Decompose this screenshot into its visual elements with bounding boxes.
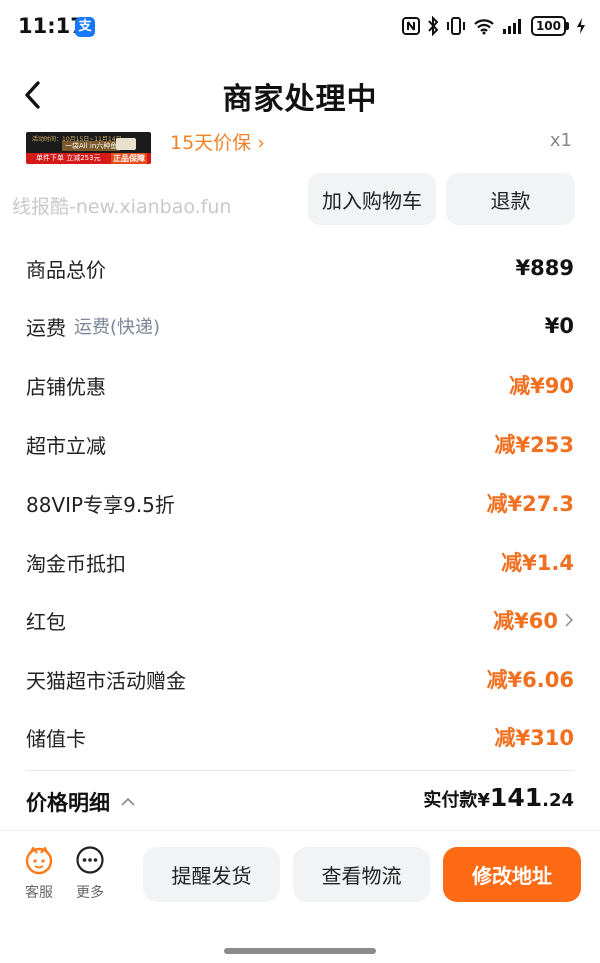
price-row-value: 减¥6.06	[486, 668, 574, 692]
price-row-value: 减¥90	[509, 374, 574, 398]
price-row-label: 天猫超市活动赠金	[26, 668, 186, 693]
price-row-label: 88VIP专享9.5折	[26, 492, 175, 517]
price-row-supermarket-discount: 超市立减 减¥253	[26, 424, 574, 464]
product-image-bottom-text: 单件下单 立减253元	[36, 154, 101, 162]
actual-payment-integer: 141	[489, 783, 543, 812]
price-row-value: 减¥253	[494, 433, 574, 457]
actual-payment-decimal: .24	[542, 790, 574, 811]
price-row-label: 运费	[26, 315, 66, 340]
actual-payment: 实付款¥ 141 .24	[423, 783, 574, 812]
chevron-up-icon	[121, 797, 135, 806]
product-image-mid-text: 一袋All in六种鱼	[62, 141, 121, 151]
alipay-icon: 支	[75, 17, 95, 37]
price-row-value-wrap: 减¥60	[493, 605, 574, 635]
view-logistics-button[interactable]: 查看物流	[293, 847, 430, 902]
battery-level: 100	[530, 16, 566, 36]
price-row-value: 减¥27.3	[486, 492, 574, 516]
price-row-label: 淘金币抵扣	[26, 551, 126, 576]
more-button[interactable]: 更多	[72, 845, 108, 902]
wifi-icon	[474, 19, 494, 35]
price-row-stored-value-card: 储值卡 减¥310	[26, 717, 574, 757]
bottom-action-bar: 客服 更多 提醒发货 查看物流 修改地址	[0, 830, 600, 920]
more-label: 更多	[76, 885, 104, 901]
price-row-value: 减¥1.4	[501, 551, 574, 575]
customer-service-label: 客服	[25, 885, 53, 901]
product-quantity: x1	[549, 130, 572, 151]
home-indicator[interactable]	[224, 948, 376, 954]
price-detail-label: 价格明细	[26, 791, 110, 815]
more-icon	[76, 846, 104, 874]
price-row-value: 减¥60	[493, 609, 558, 633]
bluetooth-icon	[428, 16, 439, 36]
price-row-shipping: 运费 运费(快递) ¥0	[26, 306, 574, 346]
price-row-total: 商品总价 ¥889	[26, 248, 574, 288]
price-row-label: 商品总价	[26, 257, 106, 282]
price-row-sublabel: 运费(快递)	[74, 317, 161, 338]
price-row-label: 超市立减	[26, 433, 106, 458]
price-row-label: 店铺优惠	[26, 374, 106, 399]
status-bar: 11:17 支 100	[0, 0, 600, 52]
price-detail-toggle[interactable]: 价格明细	[26, 787, 136, 817]
signal-icon	[502, 19, 521, 34]
price-row-label: 红包	[26, 609, 66, 634]
title-bar: 商家处理中	[0, 60, 600, 130]
add-to-cart-button[interactable]: 加入购物车	[308, 173, 436, 225]
change-address-button[interactable]: 修改地址	[443, 847, 581, 902]
page-title: 商家处理中	[222, 82, 378, 117]
vibrate-icon	[446, 17, 465, 35]
price-row-label: 储值卡	[26, 726, 86, 751]
price-row-coins: 淘金币抵扣 减¥1.4	[26, 542, 574, 582]
remind-shipping-button[interactable]: 提醒发货	[143, 847, 280, 902]
price-row-value: ¥0	[544, 314, 574, 338]
refund-button[interactable]: 退款	[446, 173, 575, 225]
price-protect-link[interactable]: 15天价保 ›	[170, 128, 265, 155]
chevron-right-icon	[565, 613, 574, 627]
divider	[26, 770, 574, 771]
status-icons: 100	[401, 16, 586, 36]
battery-icon: 100	[530, 16, 569, 36]
watermark: 线报酷-new.xianbao.fun	[12, 196, 232, 218]
product-thumbnail[interactable]: 活动时间：10月15日~11月14日 一袋All in六种鱼 单件下单 立减25…	[26, 132, 151, 164]
nfc-icon	[401, 17, 420, 35]
price-row-gift-money: 天猫超市活动赠金 减¥6.06	[26, 659, 574, 699]
customer-service-button[interactable]: 客服	[21, 845, 57, 902]
price-row-value: 减¥310	[494, 726, 574, 750]
product-image-badge: 正品保障	[111, 153, 147, 164]
price-row-red-packet[interactable]: 红包 减¥60	[26, 600, 574, 640]
charging-icon	[577, 18, 585, 34]
customer-service-icon	[25, 846, 53, 875]
actual-payment-label: 实付款¥	[423, 790, 490, 811]
price-row-store-discount: 店铺优惠 减¥90	[26, 365, 574, 405]
price-row-vip-discount: 88VIP专享9.5折 减¥27.3	[26, 483, 574, 523]
price-row-value: ¥889	[515, 256, 574, 280]
